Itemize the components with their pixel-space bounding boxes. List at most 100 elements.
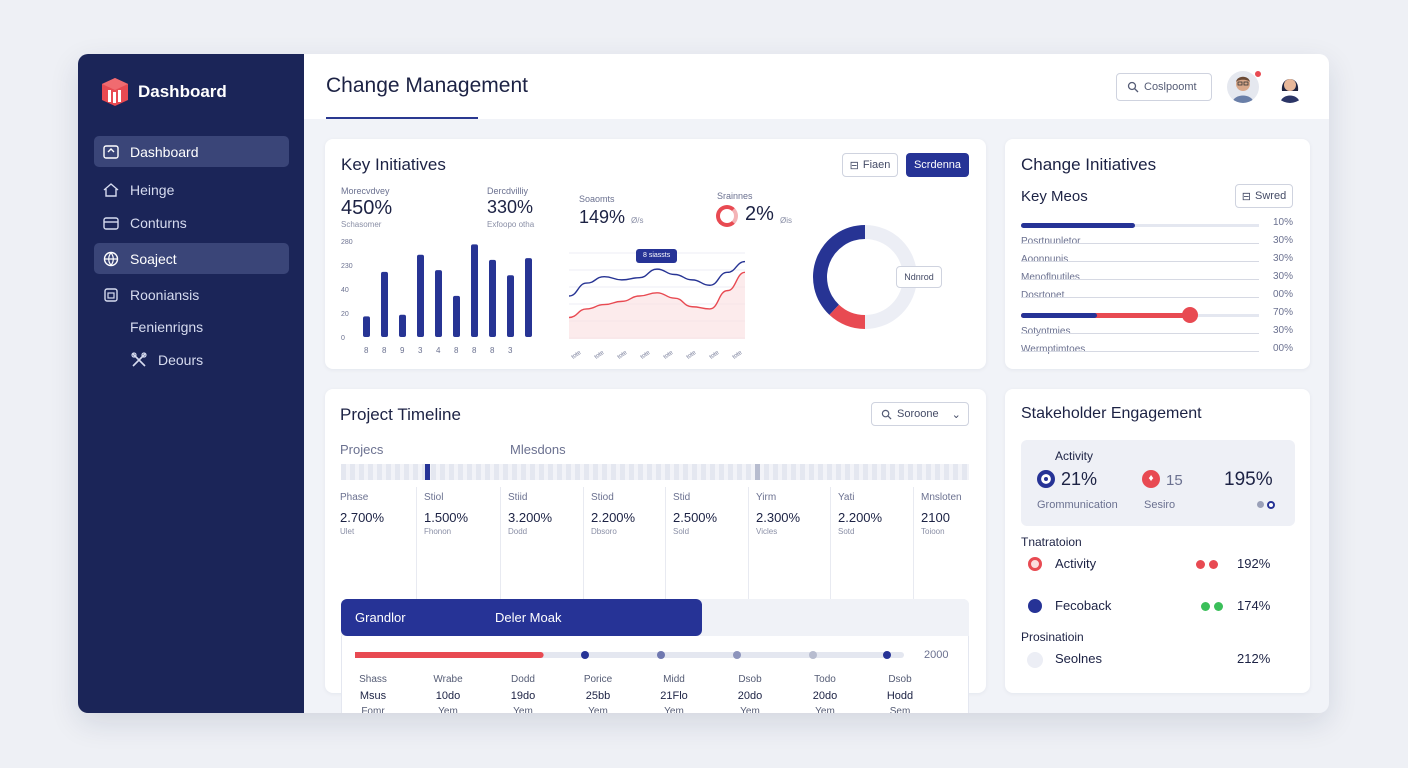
progress-label: Aoonnunis: [1021, 254, 1069, 265]
phase-value: 2.200%: [838, 510, 883, 525]
phase-sub: Dodd: [508, 527, 528, 536]
avatar-2[interactable]: [1274, 71, 1306, 103]
topbar: Change Management Coslpoomt: [304, 54, 1329, 119]
x-tick-label: 8: [454, 346, 459, 355]
app-window: Dashboard Dashboard Heinge Conturns Soaj…: [78, 54, 1329, 713]
y-tick-label: 40: [341, 287, 349, 294]
strip-marker-2: [755, 464, 760, 480]
gantt-left-label: Grandlor: [355, 610, 406, 625]
metric-label: Morecvdvey: [341, 186, 390, 196]
activity-panel: Activity 21% Grommunication ♦ 15 Sesiro …: [1021, 440, 1295, 526]
sidebar-item-label: Soaject: [130, 250, 177, 267]
column-divider: [748, 487, 749, 599]
col-projects: Projecs: [340, 442, 384, 457]
milestone-value: 19do: [510, 690, 536, 702]
sidebar-item-deours[interactable]: Deours: [94, 344, 289, 375]
globe-icon: [103, 251, 119, 266]
primary-button[interactable]: Scrdenna: [906, 153, 969, 177]
x-tick-label: tote: [663, 350, 675, 361]
x-tick-label: tote: [686, 350, 698, 361]
button-label: Fiaen: [862, 159, 891, 171]
user-avatar-icon: [1274, 71, 1306, 103]
timeline-dropdown[interactable]: Soroone ⌄: [871, 402, 969, 426]
milestone-value: 20do: [812, 690, 838, 702]
folder-icon: [103, 216, 119, 230]
phase-sub: Toioon: [921, 527, 945, 536]
progress-row: 10%: [1021, 217, 1293, 235]
milestone-dot[interactable]: [733, 651, 741, 659]
y-tick-label: 20: [341, 311, 349, 318]
phase-sub: Fhonon: [424, 527, 452, 536]
card-subtitle: Key Meos: [1021, 188, 1088, 205]
strip-marker: [425, 464, 430, 480]
row-label: Fecoback: [1055, 598, 1112, 613]
row-icon: [1028, 599, 1042, 613]
sidebar-item-conturns[interactable]: Conturns: [94, 207, 289, 238]
milestone-column: Midd 21Flo Yem: [644, 672, 704, 713]
filter-icon: ⊟: [849, 159, 859, 172]
x-tick-label: 3: [418, 346, 423, 355]
x-tick-label: 8: [382, 346, 387, 355]
progress-row: 70%: [1021, 307, 1293, 325]
milestone-sub: Yem: [664, 706, 684, 713]
progress-row: Aoonnunis 30%: [1021, 253, 1293, 271]
logo-icon: [102, 78, 128, 106]
slider-handle[interactable]: [1181, 307, 1198, 323]
milestone-dot[interactable]: [581, 651, 589, 659]
sidebar-item-dashboard[interactable]: Dashboard: [94, 136, 289, 167]
milestone-title: Todo: [814, 674, 836, 685]
row-label: Activity: [1055, 556, 1097, 571]
brand[interactable]: Dashboard: [100, 76, 227, 108]
bar: [417, 254, 424, 337]
phase-sub: Ulet: [340, 527, 355, 536]
milestone-column: Shass Msus Fomr: [343, 672, 403, 713]
search-label: Coslpoomt: [1144, 81, 1197, 93]
sidebar-item-rooniansis[interactable]: Rooniansis: [94, 279, 289, 310]
gantt-right-label: Deler Moak: [495, 610, 562, 625]
phase-head: Mnsloten: [921, 492, 962, 503]
progress-label: Wermptimtoes: [1021, 344, 1086, 355]
milestone-dot[interactable]: [657, 651, 665, 659]
search-icon: [1127, 81, 1139, 93]
y-tick-label: 230: [341, 263, 353, 270]
milestone-sub: Yem: [513, 706, 533, 713]
gantt-bar[interactable]: Grandlor Deler Moak: [341, 599, 702, 636]
column-divider: [416, 487, 417, 599]
donut-label: Ndnrod: [896, 266, 942, 288]
chevron-down-icon: ⌄: [951, 408, 961, 421]
row-icon: [1028, 557, 1042, 571]
sidebar-item-fenienrigns[interactable]: Fenienrigns: [94, 311, 289, 342]
metric-value: 149%: [579, 207, 626, 227]
phase-value: 2100: [921, 510, 950, 525]
card-title: Key Initiatives: [341, 155, 446, 174]
sidebar-item-heinge[interactable]: Heinge: [94, 174, 289, 205]
progress-row: Sotyntmies 30%: [1021, 325, 1293, 343]
sort-button[interactable]: ⊟ Swred: [1235, 184, 1293, 208]
bar: [453, 295, 460, 337]
progress-pct: 70%: [1272, 307, 1293, 318]
phase-head: Phase: [340, 492, 369, 503]
sidebar-item-soaject[interactable]: Soaject: [94, 243, 289, 274]
change-initiatives-card: Change Initiatives Key Meos ⊟ Swred 10% P…: [1005, 139, 1310, 369]
search-input[interactable]: Coslpoomt: [1116, 73, 1212, 101]
comm-icon: [1037, 470, 1055, 488]
x-tick-label: 3: [508, 346, 513, 355]
progress-track: [1021, 261, 1259, 262]
filter-button[interactable]: ⊟ Fiaen: [842, 153, 898, 177]
phase-head: Stiol: [424, 492, 444, 503]
row-pct: 212%: [1237, 651, 1271, 666]
column-divider: [583, 487, 584, 599]
milestone-title: Dodd: [511, 674, 535, 685]
milestone-sub: Yem: [438, 706, 458, 713]
x-tick-label: tote: [709, 350, 721, 361]
metric-sub: Exfoopo otha: [487, 220, 535, 229]
progress-track: [1021, 297, 1259, 298]
bar: [363, 316, 370, 337]
bar: [435, 270, 442, 337]
milestone-dot[interactable]: [809, 651, 817, 659]
sidebar: Dashboard Dashboard Heinge Conturns Soaj…: [78, 54, 304, 713]
page-title: Change Management: [326, 74, 528, 97]
x-tick-label: tote: [594, 350, 606, 361]
milestone-dot[interactable]: [883, 651, 891, 659]
milestone-title: Shass: [359, 674, 387, 685]
